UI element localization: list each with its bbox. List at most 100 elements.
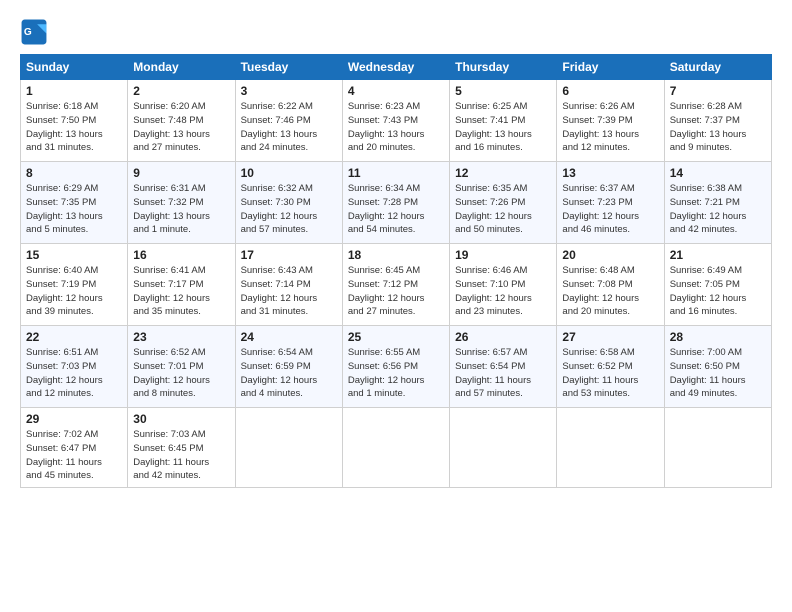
day-number: 11: [348, 166, 444, 180]
calendar-cell: 17 Sunrise: 6:43 AM Sunset: 7:14 PM Dayli…: [235, 244, 342, 326]
day-number: 25: [348, 330, 444, 344]
weekday-header-row: SundayMondayTuesdayWednesdayThursdayFrid…: [21, 55, 772, 80]
day-number: 19: [455, 248, 551, 262]
calendar-week-row: 29Sunrise: 7:02 AM Sunset: 6:47 PM Dayli…: [21, 408, 772, 488]
day-number: 30: [133, 412, 229, 426]
day-info: Sunrise: 6:58 AM Sunset: 6:52 PM Dayligh…: [562, 346, 658, 401]
calendar-cell: 10 Sunrise: 6:32 AM Sunset: 7:30 PM Dayli…: [235, 162, 342, 244]
day-number: 12: [455, 166, 551, 180]
calendar-cell: 9 Sunrise: 6:31 AM Sunset: 7:32 PM Daylig…: [128, 162, 235, 244]
weekday-saturday: Saturday: [664, 55, 771, 80]
calendar-cell: 8Sunrise: 6:29 AM Sunset: 7:35 PM Daylig…: [21, 162, 128, 244]
calendar-cell: 25 Sunrise: 6:55 AM Sunset: 6:56 PM Dayli…: [342, 326, 449, 408]
calendar-cell: [664, 408, 771, 488]
calendar-cell: 12 Sunrise: 6:35 AM Sunset: 7:26 PM Dayli…: [450, 162, 557, 244]
day-info: Sunrise: 6:49 AM Sunset: 7:05 PM Dayligh…: [670, 264, 766, 319]
day-number: 7: [670, 84, 766, 98]
day-info: Sunrise: 6:45 AM Sunset: 7:12 PM Dayligh…: [348, 264, 444, 319]
day-info: Sunrise: 6:26 AM Sunset: 7:39 PM Dayligh…: [562, 100, 658, 155]
day-info: Sunrise: 6:25 AM Sunset: 7:41 PM Dayligh…: [455, 100, 551, 155]
day-info: Sunrise: 7:02 AM Sunset: 6:47 PM Dayligh…: [26, 428, 122, 483]
calendar-cell: [342, 408, 449, 488]
calendar-cell: 3 Sunrise: 6:22 AM Sunset: 7:46 PM Daylig…: [235, 80, 342, 162]
calendar-cell: 2 Sunrise: 6:20 AM Sunset: 7:48 PM Daylig…: [128, 80, 235, 162]
day-info: Sunrise: 6:48 AM Sunset: 7:08 PM Dayligh…: [562, 264, 658, 319]
day-number: 14: [670, 166, 766, 180]
calendar-cell: 23 Sunrise: 6:52 AM Sunset: 7:01 PM Dayli…: [128, 326, 235, 408]
calendar-cell: 14 Sunrise: 6:38 AM Sunset: 7:21 PM Dayli…: [664, 162, 771, 244]
weekday-wednesday: Wednesday: [342, 55, 449, 80]
day-number: 2: [133, 84, 229, 98]
calendar-cell: [557, 408, 664, 488]
day-number: 10: [241, 166, 337, 180]
day-info: Sunrise: 6:18 AM Sunset: 7:50 PM Dayligh…: [26, 100, 122, 155]
day-info: Sunrise: 6:54 AM Sunset: 6:59 PM Dayligh…: [241, 346, 337, 401]
calendar-cell: 22 Sunrise: 6:51 AM Sunset: 7:03 PM Dayli…: [21, 326, 128, 408]
calendar-week-row: 8Sunrise: 6:29 AM Sunset: 7:35 PM Daylig…: [21, 162, 772, 244]
day-number: 20: [562, 248, 658, 262]
day-number: 21: [670, 248, 766, 262]
day-number: 22: [26, 330, 122, 344]
day-info: Sunrise: 6:20 AM Sunset: 7:48 PM Dayligh…: [133, 100, 229, 155]
day-number: 18: [348, 248, 444, 262]
weekday-tuesday: Tuesday: [235, 55, 342, 80]
calendar-cell: [235, 408, 342, 488]
calendar-page: G SundayMondayTuesdayWednesdayThursdayFr…: [0, 0, 792, 612]
calendar-cell: 16Sunrise: 6:41 AM Sunset: 7:17 PM Dayli…: [128, 244, 235, 326]
calendar-cell: 26Sunrise: 6:57 AM Sunset: 6:54 PM Dayli…: [450, 326, 557, 408]
day-info: Sunrise: 7:00 AM Sunset: 6:50 PM Dayligh…: [670, 346, 766, 401]
calendar-cell: 24Sunrise: 6:54 AM Sunset: 6:59 PM Dayli…: [235, 326, 342, 408]
day-info: Sunrise: 6:32 AM Sunset: 7:30 PM Dayligh…: [241, 182, 337, 237]
weekday-friday: Friday: [557, 55, 664, 80]
calendar-cell: 5 Sunrise: 6:25 AM Sunset: 7:41 PM Daylig…: [450, 80, 557, 162]
day-info: Sunrise: 6:51 AM Sunset: 7:03 PM Dayligh…: [26, 346, 122, 401]
weekday-sunday: Sunday: [21, 55, 128, 80]
day-info: Sunrise: 6:28 AM Sunset: 7:37 PM Dayligh…: [670, 100, 766, 155]
calendar-cell: 30 Sunrise: 7:03 AM Sunset: 6:45 PM Dayli…: [128, 408, 235, 488]
calendar-cell: 11 Sunrise: 6:34 AM Sunset: 7:28 PM Dayli…: [342, 162, 449, 244]
calendar-cell: 13Sunrise: 6:37 AM Sunset: 7:23 PM Dayli…: [557, 162, 664, 244]
day-number: 13: [562, 166, 658, 180]
day-number: 1: [26, 84, 122, 98]
day-info: Sunrise: 6:31 AM Sunset: 7:32 PM Dayligh…: [133, 182, 229, 237]
day-number: 23: [133, 330, 229, 344]
day-info: Sunrise: 6:22 AM Sunset: 7:46 PM Dayligh…: [241, 100, 337, 155]
day-number: 28: [670, 330, 766, 344]
day-number: 15: [26, 248, 122, 262]
day-number: 17: [241, 248, 337, 262]
logo-icon: G: [20, 18, 48, 46]
day-info: Sunrise: 6:34 AM Sunset: 7:28 PM Dayligh…: [348, 182, 444, 237]
day-info: Sunrise: 6:41 AM Sunset: 7:17 PM Dayligh…: [133, 264, 229, 319]
day-info: Sunrise: 6:55 AM Sunset: 6:56 PM Dayligh…: [348, 346, 444, 401]
calendar-week-row: 1 Sunrise: 6:18 AM Sunset: 7:50 PM Daylig…: [21, 80, 772, 162]
day-number: 8: [26, 166, 122, 180]
day-info: Sunrise: 6:40 AM Sunset: 7:19 PM Dayligh…: [26, 264, 122, 319]
calendar-cell: 1 Sunrise: 6:18 AM Sunset: 7:50 PM Daylig…: [21, 80, 128, 162]
page-header: G: [20, 18, 772, 46]
calendar-cell: [450, 408, 557, 488]
day-number: 27: [562, 330, 658, 344]
day-info: Sunrise: 6:46 AM Sunset: 7:10 PM Dayligh…: [455, 264, 551, 319]
day-info: Sunrise: 6:23 AM Sunset: 7:43 PM Dayligh…: [348, 100, 444, 155]
day-info: Sunrise: 6:38 AM Sunset: 7:21 PM Dayligh…: [670, 182, 766, 237]
calendar-cell: 21 Sunrise: 6:49 AM Sunset: 7:05 PM Dayli…: [664, 244, 771, 326]
day-number: 3: [241, 84, 337, 98]
day-info: Sunrise: 6:35 AM Sunset: 7:26 PM Dayligh…: [455, 182, 551, 237]
day-number: 9: [133, 166, 229, 180]
day-info: Sunrise: 7:03 AM Sunset: 6:45 PM Dayligh…: [133, 428, 229, 483]
calendar-cell: 18 Sunrise: 6:45 AM Sunset: 7:12 PM Dayli…: [342, 244, 449, 326]
calendar-cell: 7 Sunrise: 6:28 AM Sunset: 7:37 PM Daylig…: [664, 80, 771, 162]
weekday-monday: Monday: [128, 55, 235, 80]
day-number: 6: [562, 84, 658, 98]
calendar-cell: 4 Sunrise: 6:23 AM Sunset: 7:43 PM Daylig…: [342, 80, 449, 162]
day-info: Sunrise: 6:52 AM Sunset: 7:01 PM Dayligh…: [133, 346, 229, 401]
calendar-cell: 6 Sunrise: 6:26 AM Sunset: 7:39 PM Daylig…: [557, 80, 664, 162]
calendar-cell: 19 Sunrise: 6:46 AM Sunset: 7:10 PM Dayli…: [450, 244, 557, 326]
day-info: Sunrise: 6:43 AM Sunset: 7:14 PM Dayligh…: [241, 264, 337, 319]
calendar-cell: 28 Sunrise: 7:00 AM Sunset: 6:50 PM Dayli…: [664, 326, 771, 408]
day-number: 5: [455, 84, 551, 98]
day-number: 4: [348, 84, 444, 98]
day-number: 26: [455, 330, 551, 344]
calendar-week-row: 22 Sunrise: 6:51 AM Sunset: 7:03 PM Dayli…: [21, 326, 772, 408]
weekday-thursday: Thursday: [450, 55, 557, 80]
